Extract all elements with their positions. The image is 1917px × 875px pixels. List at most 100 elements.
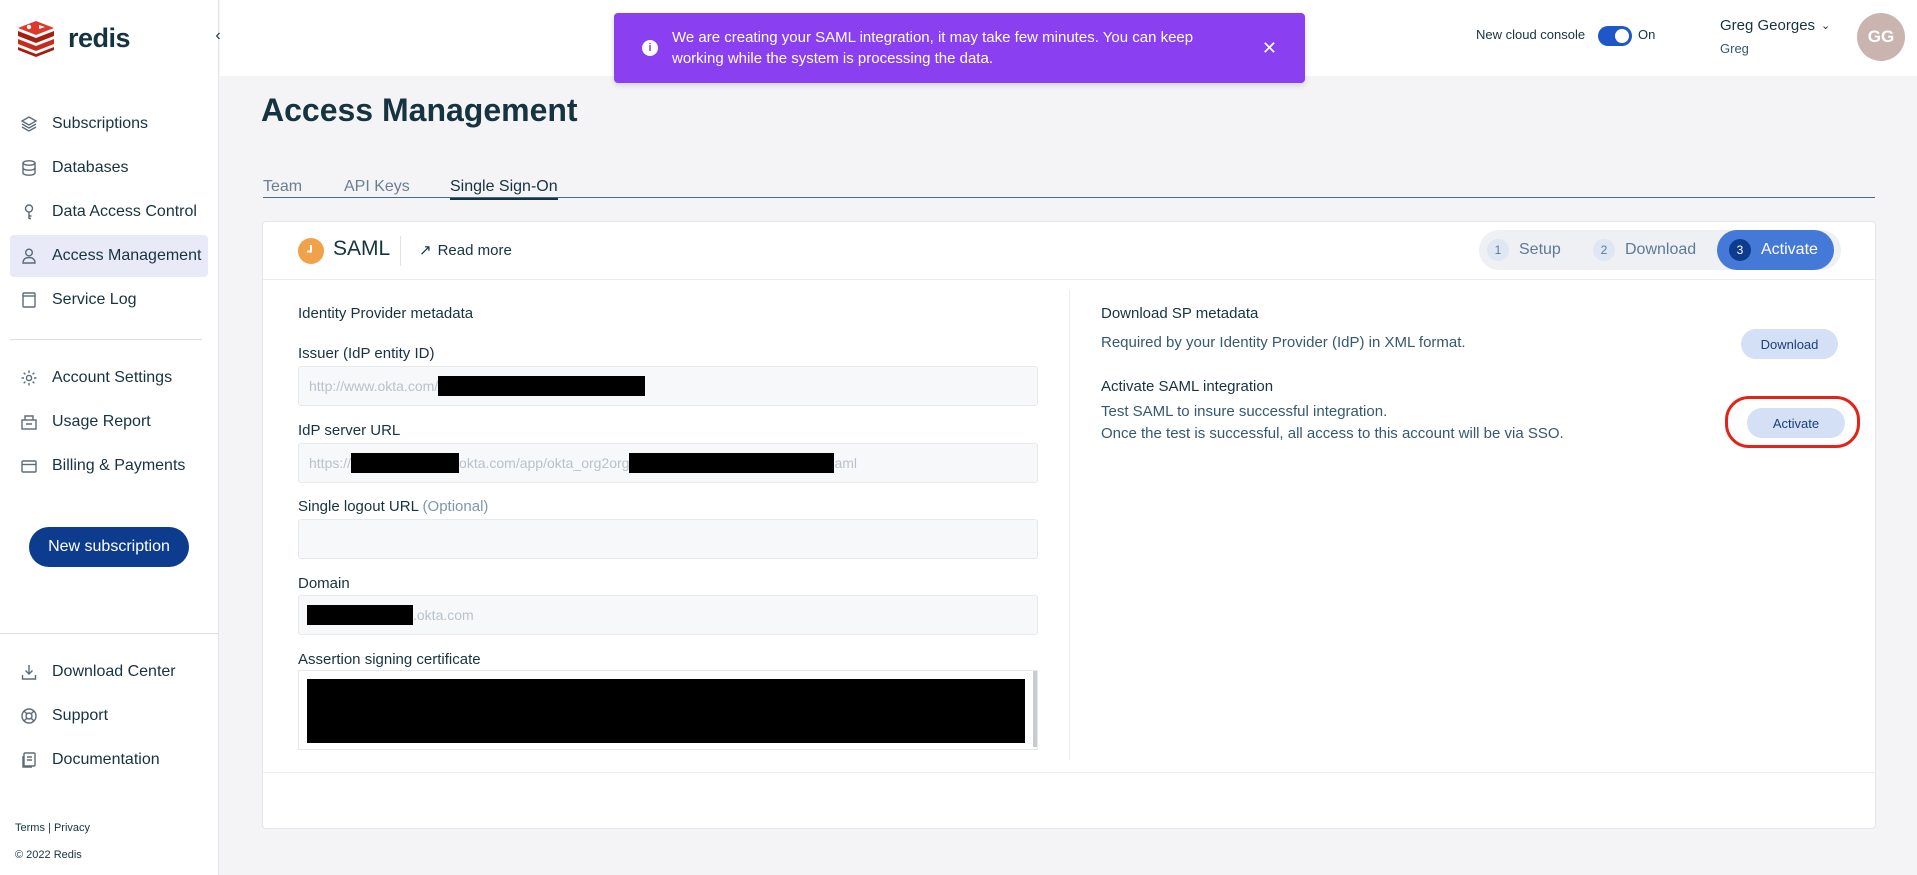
redacted-block bbox=[307, 679, 1025, 743]
scrollbar[interactable] bbox=[1033, 671, 1037, 747]
terms-link[interactable]: Terms bbox=[15, 822, 45, 834]
sidebar-item-databases[interactable]: Databases bbox=[10, 147, 208, 189]
download-icon bbox=[20, 663, 38, 681]
server-url-field[interactable]: https:// okta.com/app/okta_org2org aml bbox=[298, 443, 1038, 483]
sp-description: Required by your Identity Provider (IdP)… bbox=[1101, 334, 1466, 351]
step-activate[interactable]: 3 Activate bbox=[1717, 230, 1834, 270]
saml-card-header: SAML ↗ Read more 1 Setup 2 Download 3 Ac… bbox=[263, 222, 1875, 280]
report-icon bbox=[20, 413, 38, 431]
optional-tag: (Optional) bbox=[422, 498, 489, 515]
read-more-label: Read more bbox=[437, 241, 512, 259]
lifebuoy-icon bbox=[20, 707, 38, 725]
step-setup[interactable]: 1 Setup bbox=[1487, 230, 1561, 270]
redacted-block bbox=[351, 453, 460, 473]
sidebar-item-label: Access Management bbox=[52, 247, 202, 264]
step-number: 3 bbox=[1729, 239, 1751, 261]
redacted-block bbox=[438, 376, 646, 396]
tab-api-keys[interactable]: API Keys bbox=[344, 178, 410, 198]
sidebar-item-label: Data Access Control bbox=[52, 203, 197, 220]
external-link-icon: ↗ bbox=[419, 242, 432, 259]
database-icon bbox=[20, 159, 38, 177]
docs-icon bbox=[20, 751, 38, 769]
sidebar-item-download-center[interactable]: Download Center bbox=[10, 651, 208, 693]
nav-divider bbox=[10, 339, 202, 340]
sidebar-item-service-log[interactable]: Service Log bbox=[10, 279, 208, 321]
bottom-nav: Download Center Support Documentation bbox=[10, 651, 208, 783]
user-menu[interactable]: Greg Georges ⌄ bbox=[1720, 17, 1830, 34]
download-button[interactable]: Download bbox=[1741, 329, 1838, 359]
info-icon: i bbox=[642, 40, 658, 56]
secondary-nav: Account Settings Usage Report Billing & … bbox=[10, 357, 208, 489]
cert-label: Assertion signing certificate bbox=[298, 651, 481, 668]
step-number: 1 bbox=[1487, 239, 1509, 261]
saml-title: SAML bbox=[333, 237, 391, 260]
tab-team[interactable]: Team bbox=[263, 178, 302, 198]
sidebar: redis ‹ Subscriptions Databases Data Acc… bbox=[0, 0, 221, 875]
sidebar-item-subscriptions[interactable]: Subscriptions bbox=[10, 103, 208, 145]
activate-text-1: Test SAML to insure successful integrati… bbox=[1101, 403, 1388, 420]
sidebar-item-label: Subscriptions bbox=[52, 115, 149, 132]
sidebar-item-label: Support bbox=[52, 707, 109, 724]
sidebar-item-support[interactable]: Support bbox=[10, 695, 208, 737]
sidebar-item-label: Billing & Payments bbox=[52, 457, 186, 474]
new-console-toggle[interactable] bbox=[1598, 26, 1632, 46]
page-title: Access Management bbox=[261, 92, 578, 128]
activate-heading: Activate SAML integration bbox=[1101, 378, 1274, 395]
card-icon bbox=[20, 457, 38, 475]
sidebar-item-label: Account Settings bbox=[52, 369, 173, 386]
layers-icon bbox=[20, 115, 38, 133]
sidebar-item-documentation[interactable]: Documentation bbox=[10, 739, 208, 781]
activate-button[interactable]: Activate bbox=[1747, 408, 1845, 438]
cert-textarea[interactable] bbox=[298, 670, 1038, 750]
step-label: Activate bbox=[1761, 241, 1818, 258]
sidebar-item-access-management[interactable]: Access Management bbox=[10, 235, 208, 277]
redis-logo[interactable]: redis bbox=[14, 18, 131, 58]
sidebar-bottom-divider bbox=[0, 633, 219, 634]
step-download[interactable]: 2 Download bbox=[1593, 230, 1696, 270]
domain-label: Domain bbox=[298, 575, 350, 592]
logout-label-text: Single logout URL bbox=[298, 498, 419, 515]
gear-icon bbox=[20, 369, 38, 387]
toast-message: We are creating your SAML integration, i… bbox=[672, 29, 1194, 67]
redis-cube-icon bbox=[18, 21, 54, 57]
server-url-label: IdP server URL bbox=[298, 422, 401, 439]
server-url-prefix: https:// bbox=[309, 455, 352, 471]
header-separator bbox=[400, 236, 401, 266]
copyright: © 2022 Redis bbox=[15, 849, 82, 861]
sp-heading: Download SP metadata bbox=[1101, 305, 1259, 322]
sidebar-item-usage-report[interactable]: Usage Report bbox=[10, 401, 208, 443]
sidebar-item-label: Service Log bbox=[52, 291, 137, 308]
tab-single-sign-on[interactable]: Single Sign-On bbox=[450, 178, 558, 200]
user-account-name: Greg bbox=[1720, 41, 1749, 56]
collapse-sidebar-icon[interactable]: ‹ bbox=[208, 26, 228, 46]
brand-name: redis bbox=[68, 22, 131, 53]
privacy-link[interactable]: Privacy bbox=[54, 822, 90, 834]
tabs: Team API Keys Single Sign-On bbox=[263, 178, 1875, 200]
logout-url-field[interactable] bbox=[298, 519, 1038, 559]
server-url-suffix: aml bbox=[834, 455, 858, 471]
saml-card: SAML ↗ Read more 1 Setup 2 Download 3 Ac… bbox=[262, 221, 1876, 829]
user-icon bbox=[20, 247, 38, 265]
issuer-value: http://www.okta.com/ bbox=[309, 378, 439, 394]
domain-field[interactable]: .okta.com bbox=[298, 595, 1038, 635]
avatar[interactable]: GG bbox=[1857, 13, 1905, 61]
new-subscription-button[interactable]: New subscription bbox=[29, 527, 189, 567]
activate-text-2: Once the test is successful, all access … bbox=[1101, 425, 1564, 442]
primary-nav: Subscriptions Databases Data Access Cont… bbox=[10, 103, 208, 323]
sidebar-item-label: Usage Report bbox=[52, 413, 151, 430]
domain-suffix: .okta.com bbox=[413, 607, 474, 623]
saml-stepper: 1 Setup 2 Download 3 Activate bbox=[1479, 230, 1841, 270]
step-label: Setup bbox=[1519, 241, 1561, 258]
sidebar-item-label: Download Center bbox=[52, 663, 176, 680]
logout-label: Single logout URL (Optional) bbox=[298, 498, 488, 515]
toggle-state-label: On bbox=[1638, 27, 1656, 42]
idp-heading: Identity Provider metadata bbox=[298, 305, 474, 322]
sidebar-item-account-settings[interactable]: Account Settings bbox=[10, 357, 208, 399]
redacted-block bbox=[307, 605, 413, 625]
sidebar-item-billing[interactable]: Billing & Payments bbox=[10, 445, 208, 487]
read-more-link[interactable]: ↗ Read more bbox=[419, 241, 512, 260]
sidebar-item-data-access-control[interactable]: Data Access Control bbox=[10, 191, 208, 233]
close-icon[interactable]: ✕ bbox=[1262, 39, 1277, 57]
clock-icon bbox=[298, 238, 324, 264]
issuer-field[interactable]: http://www.okta.com/ bbox=[298, 366, 1038, 406]
